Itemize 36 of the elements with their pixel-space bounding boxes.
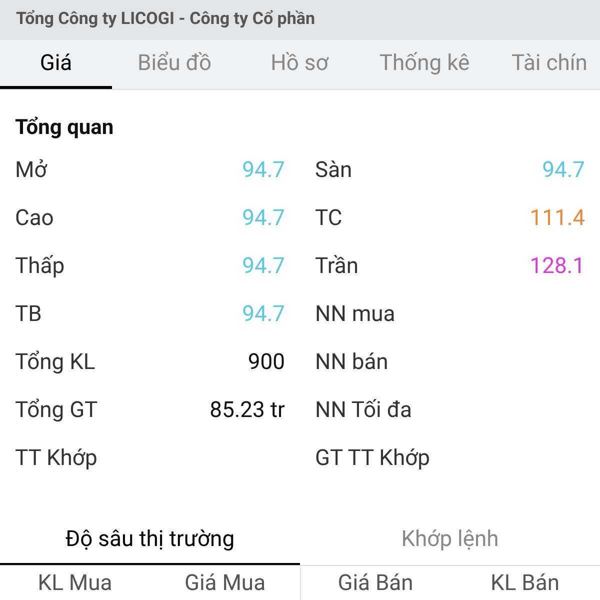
stat-label: TT Khớp [15,444,98,472]
stat-value: 94.7 [242,252,285,280]
tab[interactable]: Biểu đồ [112,40,237,89]
stat-label: NN bán [315,348,388,376]
stat-label: Tổng GT [15,396,98,424]
tab[interactable]: Thống kê [362,40,487,89]
stat-label: Tổng KL [15,348,96,376]
column-header: Giá Bán [300,566,450,600]
tab[interactable]: Độ sâu thị trường [0,516,300,565]
stat-label: TB [15,300,42,328]
window-title: Tổng Công ty LICOGI - Công ty Cổ phần [16,8,315,32]
section-heading: Tổng quan [15,115,115,142]
stat-label: GT TT Khớp [315,444,430,472]
stat-value: 85.23 tr [210,396,285,424]
column-header: KL Mua [36,570,114,598]
stat-value: 94.7 [242,156,285,184]
stat-value: 94.7 [242,204,285,232]
stat-value: 94.7 [242,300,285,328]
stat-label: Sàn [315,156,352,184]
stat-label: NN Tối đa [315,396,412,424]
stat-value: 111.4 [530,204,585,232]
stat-value: 94.7 [542,156,585,184]
stat-value: 900 [248,348,285,376]
stat-label: Trần [315,252,358,280]
stat-label: TC [315,204,342,232]
stat-label: NN mua [315,300,396,328]
tab[interactable]: Tài chín [487,40,600,89]
tab[interactable]: Giá [0,40,112,89]
column-header: KL Bán [490,570,560,598]
tab[interactable]: Hồ sơ [237,40,362,89]
stat-label: Mở [15,156,47,184]
stat-label: Cao [15,204,54,232]
column-header: Giá Mua [183,570,267,598]
stat-label: Thấp [15,252,65,280]
stat-value: 128.1 [530,252,585,280]
tab[interactable]: Khớp lệnh [300,516,600,565]
